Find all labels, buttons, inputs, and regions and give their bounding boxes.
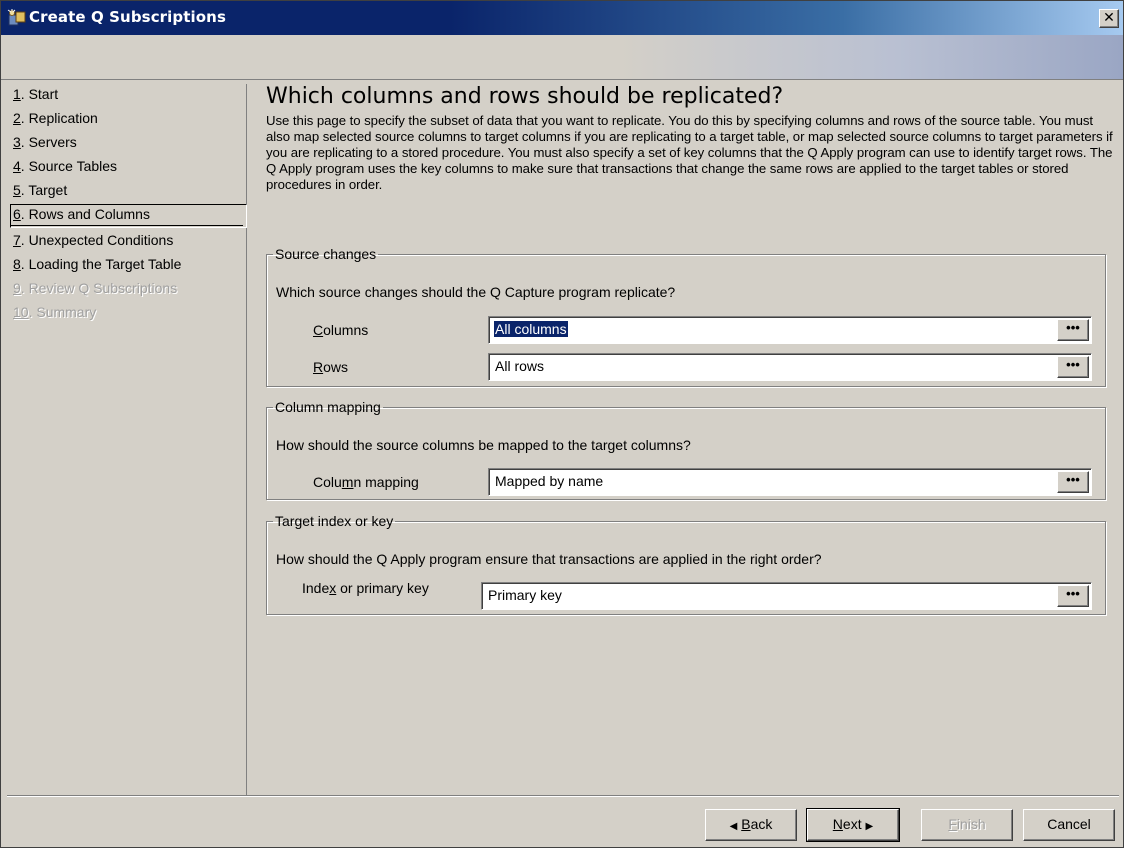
ellipsis-icon: ••• — [1066, 472, 1080, 487]
label-text: or primary key — [336, 580, 429, 596]
back-arrow-icon: ◀ — [729, 821, 738, 832]
step-number: 3 — [13, 134, 21, 150]
step-number: 4 — [13, 158, 21, 174]
group-legend: Column mapping — [275, 399, 381, 415]
step-number: 2 — [13, 110, 21, 126]
rows-picker[interactable]: All rows ••• — [488, 353, 1092, 381]
step-start[interactable]: 1. Start — [11, 84, 243, 106]
step-number: 5 — [13, 182, 21, 198]
source-changes-group: Source changes Which source changes shou… — [266, 246, 1106, 387]
step-label: . Replication — [20, 110, 98, 126]
step-review-q-subscriptions: 9. Review Q Subscriptions — [11, 278, 243, 300]
next-button[interactable]: Next ▶ — [806, 808, 900, 842]
ellipsis-icon: ••• — [1066, 320, 1080, 335]
ellipsis-icon: ••• — [1066, 357, 1080, 372]
step-number: 6 — [13, 206, 21, 222]
label-text: n mapping — [353, 474, 419, 490]
index-or-primary-key-value[interactable]: Primary key — [487, 587, 563, 603]
step-rows-and-columns[interactable]: 6. Rows and Columns — [10, 204, 247, 228]
step-unexpected-conditions[interactable]: 7. Unexpected Conditions — [11, 230, 243, 252]
columns-picker[interactable]: All columns ••• — [488, 316, 1092, 344]
mnemonic: F — [948, 816, 957, 832]
step-number: 7 — [13, 232, 21, 248]
wizard-app-icon — [7, 9, 27, 27]
step-source-tables[interactable]: 4. Source Tables — [11, 156, 243, 178]
button-label: Cancel — [1047, 816, 1091, 832]
button-label: inish — [956, 816, 986, 832]
group-question: How should the Q Apply program ensure th… — [276, 551, 822, 567]
column-mapping-picker[interactable]: Mapped by name ••• — [488, 468, 1092, 496]
column-mapping-browse-button[interactable]: ••• — [1057, 471, 1089, 493]
mnemonic: B — [741, 816, 751, 832]
main-panel: Which columns and rows should be replica… — [248, 81, 1118, 793]
close-icon: ✕ — [1103, 10, 1115, 26]
step-label: . Servers — [20, 134, 77, 150]
create-q-subscriptions-window: Create Q Subscriptions ✕ 1. Start 2. Rep… — [0, 0, 1124, 848]
step-label: . Target — [20, 182, 68, 198]
window-title: Create Q Subscriptions — [29, 8, 226, 26]
rows-label: Rows — [313, 359, 348, 375]
step-label: . Rows and Columns — [20, 206, 150, 222]
rows-browse-button[interactable]: ••• — [1057, 356, 1089, 378]
footer-separator — [7, 795, 1119, 797]
column-mapping-group: Column mapping How should the source col… — [266, 399, 1106, 500]
column-mapping-value[interactable]: Mapped by name — [494, 473, 604, 489]
group-question: How should the source columns be mapped … — [276, 437, 691, 453]
group-legend: Source changes — [275, 246, 377, 262]
step-loading-target-table[interactable]: 8. Loading the Target Table — [11, 254, 243, 276]
rows-value[interactable]: All rows — [494, 358, 545, 374]
back-button[interactable]: ◀ Back — [705, 809, 797, 841]
index-browse-button[interactable]: ••• — [1057, 585, 1089, 607]
header-banner — [1, 35, 1123, 80]
mnemonic: R — [313, 359, 324, 375]
next-arrow-icon: ▶ — [865, 821, 874, 832]
close-button[interactable]: ✕ — [1099, 9, 1119, 28]
button-label: ext — [842, 816, 862, 832]
step-number: 1 — [13, 86, 21, 102]
step-label: . Start — [20, 86, 59, 102]
ellipsis-icon: ••• — [1066, 586, 1080, 601]
finish-button: Finish — [921, 809, 1013, 841]
mnemonic: C — [313, 322, 324, 338]
columns-browse-button[interactable]: ••• — [1057, 319, 1089, 341]
group-legend: Target index or key — [275, 513, 394, 529]
button-label: ack — [750, 816, 773, 832]
page-title: Which columns and rows should be replica… — [266, 84, 784, 109]
step-label: . Source Tables — [20, 158, 118, 174]
step-servers[interactable]: 3. Servers — [11, 132, 243, 154]
page-description: Use this page to specify the subset of d… — [266, 113, 1113, 192]
columns-label: Columns — [313, 322, 368, 338]
step-number: 10 — [13, 304, 29, 320]
step-summary: 10. Summary — [11, 302, 243, 324]
target-index-group: Target index or key How should the Q App… — [266, 513, 1106, 615]
step-replication[interactable]: 2. Replication — [11, 108, 243, 130]
group-question: Which source changes should the Q Captur… — [276, 284, 676, 300]
step-label: . Summary — [28, 304, 97, 320]
step-number: 9 — [13, 280, 21, 296]
label-text: olumns — [323, 322, 369, 338]
step-target[interactable]: 5. Target — [11, 180, 243, 202]
step-label: . Review Q Subscriptions — [20, 280, 178, 296]
step-label: . Loading the Target Table — [20, 256, 182, 272]
mnemonic: m — [341, 474, 354, 490]
cancel-button[interactable]: Cancel — [1023, 809, 1115, 841]
mnemonic: N — [832, 816, 843, 832]
wizard-step-list: 1. Start 2. Replication 3. Servers 4. So… — [7, 84, 247, 796]
step-label: . Unexpected Conditions — [20, 232, 174, 248]
index-or-primary-key-picker[interactable]: Primary key ••• — [481, 582, 1092, 610]
label-text: Colu — [313, 474, 342, 490]
columns-value[interactable]: All columns — [494, 321, 568, 337]
column-mapping-label: Column mapping — [313, 474, 419, 490]
label-text: ows — [323, 359, 349, 375]
label-text: Inde — [302, 580, 330, 596]
title-bar[interactable]: Create Q Subscriptions ✕ — [1, 1, 1123, 35]
index-or-primary-key-label: Index or primary key — [302, 580, 429, 596]
step-number: 8 — [13, 256, 21, 272]
